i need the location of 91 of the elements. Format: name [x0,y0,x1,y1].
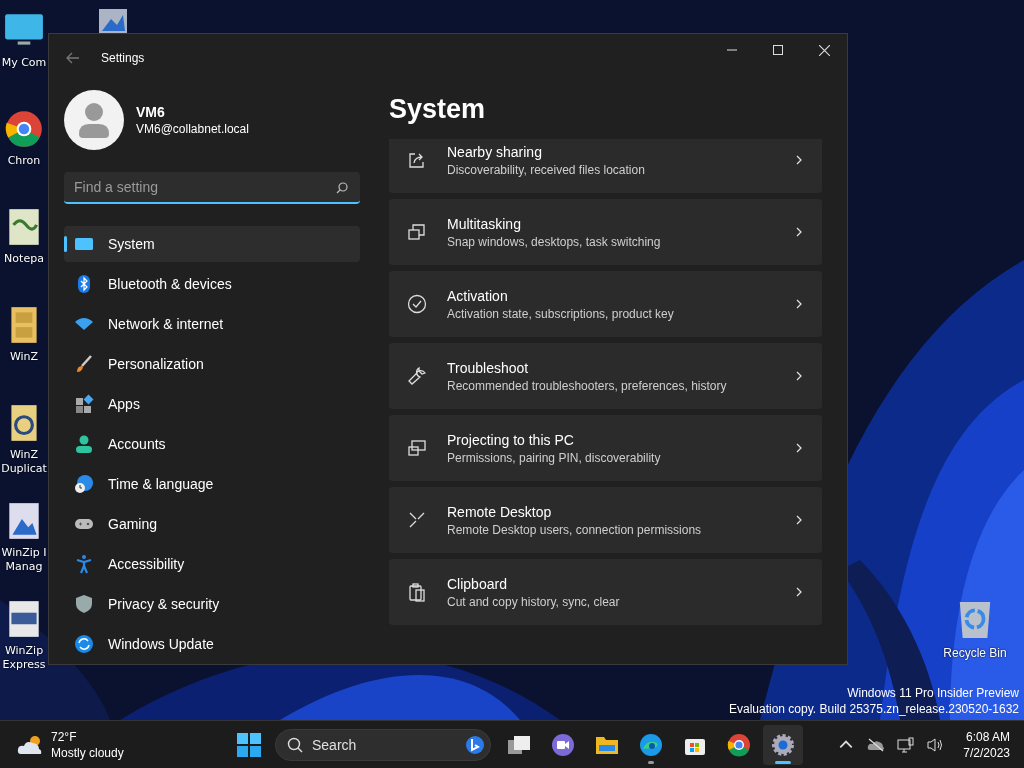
settings-card[interactable]: Troubleshoot Recommended troubleshooters, preferences, history [389,343,822,409]
accessibility-icon [74,554,94,574]
icon-label: WinZip [4,644,44,658]
nav-item[interactable]: Network & internet [64,306,360,342]
start-icon[interactable] [237,732,261,757]
chevron-icon [796,299,802,309]
chevron-icon [796,227,802,237]
icon-label: Manag [5,560,43,574]
gear-icon [771,732,795,757]
back-arrow-icon[interactable] [66,52,80,64]
card-subtitle: Discoverability, received files location [447,162,646,177]
card-subtitle: Cut and copy history, sync, clear [447,594,621,609]
nav-item[interactable]: Bluetooth & devices [64,266,360,302]
brush-icon [74,354,94,374]
user-email: VM6@collabnet.local [136,122,249,136]
search-icon [287,736,303,753]
cloud-off-icon[interactable] [867,736,886,753]
chevron-icon [796,515,802,525]
settings-card[interactable]: Remote Desktop Remote Desktop users, connection permissions [389,487,822,553]
nav-item[interactable]: Windows Update [64,626,360,662]
avatar-icon[interactable] [64,90,124,150]
windows-stack-icon [407,222,427,242]
chevron-icon [796,155,802,165]
nav-item[interactable]: Gaming [64,506,360,542]
maximize-icon [773,45,783,55]
time-icon [74,474,94,494]
chevron-icon [796,371,802,381]
nav-item[interactable]: Personalization [64,346,360,382]
card-title: Activation [447,287,509,304]
video-chat-icon [551,732,575,757]
nav-item[interactable]: Accessibility [64,546,360,582]
chevron-icon [796,587,802,597]
nav-item[interactable]: Apps [64,386,360,422]
settings-card[interactable]: Projecting to this PC Permissions, pairing PIN, discoverability [389,415,822,481]
card-subtitle: Activation state, subscriptions, product key [447,306,675,321]
settings-card[interactable]: Clipboard Cut and copy history, sync, clear [389,559,822,625]
window-title: Settings [101,51,145,65]
nav-item[interactable]: Privacy & security [64,586,360,622]
close-icon [818,44,830,56]
clipboard-icon [407,582,427,602]
user-name: VM6 [136,104,166,120]
card-title: Troubleshoot [447,359,530,376]
weather-condition: Mostly cloudy [51,744,124,761]
settings-card[interactable]: Activation Activation state, subscriptions, product key [389,271,822,337]
card-subtitle: Permissions, pairing PIN, discoverability [447,450,662,465]
browser-icon [639,732,663,757]
shield-icon [74,594,94,614]
icon-label: WinZ [9,448,39,462]
icon-label: Recycle Bin [943,646,1007,660]
remote-arrows-icon [407,510,427,530]
icon-label: WinZ [9,350,39,364]
accounts-icon [74,434,94,454]
settings-card[interactable]: Nearby sharing Discoverability, received files location [389,139,822,193]
share-icon [407,150,427,170]
icon-label: Duplicat [1,462,47,476]
icon-label: WinZip I [1,546,47,560]
taskbar-app[interactable] [763,724,803,765]
taskbar-search-field[interactable]: Search [275,728,491,761]
projector-icon [407,438,427,458]
card-subtitle: Remote Desktop users, connection permissions [447,522,703,537]
check-circle-icon [407,294,427,314]
icon-label: Chron [7,154,41,168]
card-subtitle: Recommended troubleshooters, preferences, history [447,378,728,393]
card-title: Multitasking [447,215,522,232]
nav-item[interactable]: System [64,226,360,262]
watermark-text: Evaluation copy. Build 25375.zn_release.230520-1632 [729,701,1019,717]
page-title: System [389,93,487,126]
icon-label: Express [2,658,46,672]
clock[interactable]: 6:08 AM 7/2/2023 [963,728,1010,761]
card-title: Clipboard [447,575,508,592]
card-subtitle: Snap windows, desktops, task switching [447,234,662,249]
browser-icon [727,732,751,757]
icon-label: My Com [1,56,47,70]
bing-icon[interactable] [465,734,485,755]
chevron-icon [796,443,802,453]
wrench-icon [407,366,427,386]
nav-item[interactable]: Accounts [64,426,360,462]
nav-item[interactable]: Time & language [64,466,360,502]
card-title: Projecting to this PC [447,431,575,448]
icon-label: Notepa [4,252,44,266]
temperature-text: 72°F [51,728,78,745]
search-icon[interactable] [336,182,348,194]
setting-search-field[interactable]: Find a setting [64,172,360,204]
browser-icon[interactable] [3,108,45,150]
settings-card[interactable]: Multitasking Snap windows, desktops, task switching [389,199,822,265]
watermark-text: Windows 11 Pro Insider Preview [847,685,1019,701]
card-title: Remote Desktop [447,503,553,520]
update-icon [74,634,94,654]
apps-icon [74,394,94,414]
card-title: Nearby sharing [447,143,543,160]
network-icon[interactable] [897,736,916,753]
